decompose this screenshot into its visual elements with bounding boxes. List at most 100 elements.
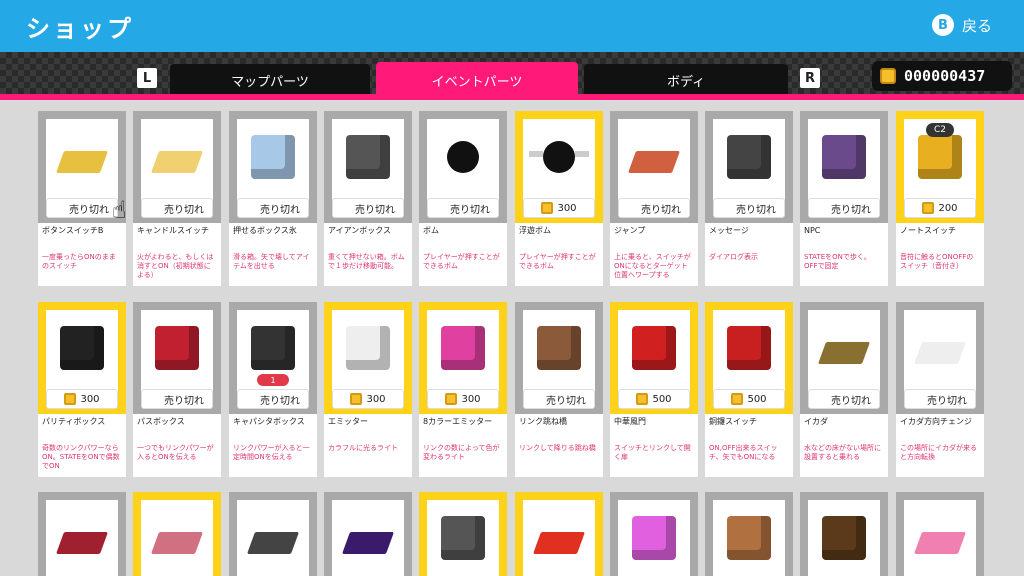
item-card[interactable]: 売り切れイカダ方向チェンジ この場所にイカダが来ると方向転換: [896, 302, 984, 477]
item-model-icon: [632, 516, 676, 560]
item-card[interactable]: 300 浮遊ボム プレイヤーが押すことができるボム: [515, 111, 603, 286]
item-card[interactable]: 売り切れ キャンドルスイッチ 火がよわると、もしくは消すとON（初期状態による）: [133, 111, 221, 286]
item-card[interactable]: 500 中華風門 スイッチとリンクして開く扉: [610, 302, 698, 477]
item-thumbnail: [808, 310, 880, 394]
item-name: イカダ方向チェンジ: [896, 414, 984, 442]
item-card[interactable]: 売り切れ パスボックス 一つでもリンクパワーが入るとONを伝える: [133, 302, 221, 477]
item-card[interactable]: 売り切れ NPC STATEをONで歩く。OFFで固定: [800, 111, 888, 286]
item-card[interactable]: C2 200 ノートスイッチ 音符に触るとONOFFのスイッチ（音付き）: [896, 111, 984, 286]
sold-out-label: 売り切れ: [332, 198, 404, 218]
item-thumbnail: [618, 310, 690, 394]
item-card[interactable]: 500 銅鑼スイッチ ON,OFF出来るスイッチ、矢でもONになる: [705, 302, 793, 477]
item-thumbnail: [427, 310, 499, 394]
item-model-icon: [55, 151, 109, 173]
item-card[interactable]: [610, 492, 698, 576]
item-card[interactable]: 売り切れ ボム プレイヤーが押すことができるボム: [419, 111, 507, 286]
status-text: 売り切れ: [450, 204, 490, 216]
item-card[interactable]: [324, 492, 412, 576]
status-text: 200: [938, 202, 958, 214]
item-thumbnail: [141, 500, 213, 576]
item-name: エミッター: [324, 414, 412, 442]
item-model-icon: [918, 135, 962, 179]
item-card[interactable]: [38, 492, 126, 576]
item-thumbnail: [141, 310, 213, 394]
item-model-icon: [529, 141, 589, 173]
status-text: 300: [80, 393, 100, 405]
item-description: 一つでもリンクパワーが入るとONを伝える: [133, 442, 221, 477]
tab-body[interactable]: ボディ: [584, 64, 788, 96]
item-model-icon: [341, 532, 395, 554]
item-model-icon: [537, 326, 581, 370]
item-card[interactable]: 売り切れ ジャンプ 上に乗ると、スイッチがONになるとターゲット位置へワープする: [610, 111, 698, 286]
item-name: 押せるボックス氷: [229, 223, 317, 251]
r-shoulder-icon[interactable]: R: [800, 68, 820, 88]
item-thumbnail: 1: [237, 310, 309, 394]
item-model-icon: [441, 326, 485, 370]
item-card[interactable]: [515, 492, 603, 576]
item-card[interactable]: 300 8カラーエミッター リンクの数によって色が変わるライト: [419, 302, 507, 477]
coin-icon: [880, 68, 896, 84]
item-card[interactable]: [800, 492, 888, 576]
back-button[interactable]: B 戻る: [931, 14, 992, 36]
item-card[interactable]: [896, 492, 984, 576]
item-name: 中華風門: [610, 414, 698, 442]
sold-out-label: 売り切れ: [237, 198, 309, 218]
item-card[interactable]: 売り切れ イカダ 水などの床がない場所に設置すると乗れる: [800, 302, 888, 477]
price-tag: 200: [904, 198, 976, 218]
item-card[interactable]: [133, 492, 221, 576]
item-card[interactable]: 300 エミッター カラフルに光るライト: [324, 302, 412, 477]
item-card[interactable]: 300 パリティボックス 奇数のリンクパワーならON。STATEをONで偶数でON: [38, 302, 126, 477]
sold-out-label: 売り切れ: [808, 198, 880, 218]
page-title: ショップ: [26, 15, 134, 43]
coin-icon: [64, 393, 77, 405]
b-button-icon: B: [931, 14, 954, 36]
coin-icon: [731, 393, 744, 405]
item-thumbnail: [523, 310, 595, 394]
item-card[interactable]: [705, 492, 793, 576]
tab-event-parts[interactable]: イベントパーツ: [376, 62, 578, 98]
status-text: 売り切れ: [927, 395, 967, 407]
item-description: この場所にイカダが来ると方向転換: [896, 442, 984, 477]
status-text: 売り切れ: [355, 204, 395, 216]
sold-out-label: 売り切れ: [904, 389, 976, 409]
item-name: パリティボックス: [38, 414, 126, 442]
status-text: 300: [557, 202, 577, 214]
item-card[interactable]: 売り切れ リンク跳ね橋 リンクして降りる跳ね橋: [515, 302, 603, 477]
tab-map-parts[interactable]: マップパーツ: [170, 64, 370, 96]
item-description: 火がよわると、もしくは消すとON（初期状態による）: [133, 251, 221, 286]
item-description: ダイアログ表示: [705, 251, 793, 286]
item-description: 滑る箱。矢で壊してアイテムを出せる: [229, 251, 317, 286]
item-model-icon: [155, 326, 199, 370]
status-text: 売り切れ: [260, 395, 300, 407]
item-card[interactable]: [419, 492, 507, 576]
price-tag: 300: [332, 389, 404, 409]
item-card[interactable]: [229, 492, 317, 576]
status-text: 売り切れ: [641, 204, 681, 216]
item-description: カラフルに光るライト: [324, 442, 412, 477]
item-model-icon: [532, 532, 586, 554]
item-model-icon: [346, 135, 390, 179]
item-model-icon: [817, 342, 871, 364]
coin-icon: [445, 393, 458, 405]
item-name: キャンドルスイッチ: [133, 223, 221, 251]
price-tag: 300: [46, 389, 118, 409]
item-card[interactable]: 1 売り切れ キャパシタボックス リンクパワーが入ると一定時間ONを伝える: [229, 302, 317, 477]
item-thumbnail: [808, 500, 880, 576]
item-description: ON,OFF出来るスイッチ、矢でもONになる: [705, 442, 793, 477]
item-description: プレイヤーが押すことができるボム: [515, 251, 603, 286]
item-thumbnail: [46, 310, 118, 394]
status-text: 売り切れ: [546, 395, 586, 407]
coin-icon: [922, 202, 935, 214]
item-card[interactable]: 売り切れ押せるボックス氷 滑る箱。矢で壊してアイテムを出せる: [229, 111, 317, 286]
l-shoulder-icon[interactable]: L: [137, 68, 157, 88]
item-card[interactable]: 売り切れ メッセージ ダイアログ表示: [705, 111, 793, 286]
item-name: アイアンボックス: [324, 223, 412, 251]
item-model-icon: [913, 342, 967, 364]
item-name: ジャンプ: [610, 223, 698, 251]
item-card[interactable]: 売り切れ アイアンボックス 重くて押せない箱。ボムで１歩だけ移動可能。: [324, 111, 412, 286]
item-name: 浮遊ボム: [515, 223, 603, 251]
status-text: 300: [461, 393, 481, 405]
item-description: 奇数のリンクパワーならON。STATEをONで偶数でON: [38, 442, 126, 477]
item-thumbnail: [141, 119, 213, 203]
coin-icon: [636, 393, 649, 405]
